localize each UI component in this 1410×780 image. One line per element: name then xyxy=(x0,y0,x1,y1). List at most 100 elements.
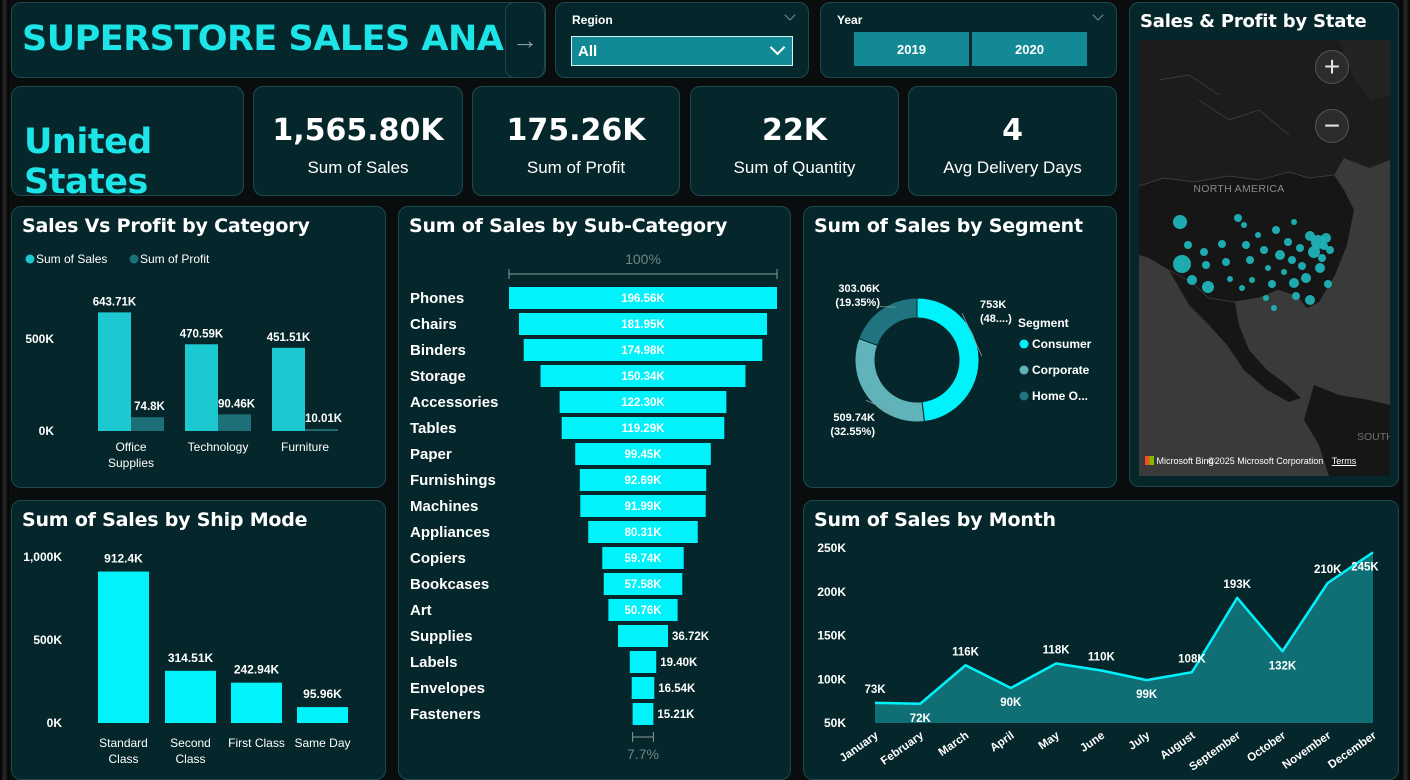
bar-label: 470.59K xyxy=(180,328,224,340)
category-label: Envelopes xyxy=(410,680,485,697)
region-slicer: Region All xyxy=(555,2,809,78)
bar-label: 150.34K xyxy=(621,371,665,383)
bar xyxy=(185,344,218,431)
funnel-bar xyxy=(631,677,655,699)
x-tick-label: Technology xyxy=(188,440,249,454)
map-canvas[interactable]: NORTH AMERICA SOUTH + − Microsoft Bing ©… xyxy=(1138,40,1394,476)
bar-label: 19.40K xyxy=(660,657,698,669)
zoom-out-button[interactable]: − xyxy=(1315,109,1349,143)
bar xyxy=(98,312,131,431)
bar-label: 36.72K xyxy=(672,631,710,643)
kpi-label: Avg Delivery Days xyxy=(943,158,1082,177)
category-label: Accessories xyxy=(410,394,498,411)
x-tick-label: October xyxy=(1245,729,1288,764)
legend-label: Consumer xyxy=(1032,337,1092,351)
year-2020-button[interactable]: 2020 xyxy=(972,32,1087,66)
bar-label: 119.29K xyxy=(622,423,666,435)
state-bubble xyxy=(1289,278,1299,288)
bar xyxy=(231,682,282,723)
bar-label: 181.95K xyxy=(621,319,665,331)
segment-card: Sum of Sales by Segment 753K (48....) 509.… xyxy=(803,206,1117,488)
category-label: Supplies xyxy=(410,628,473,645)
category-label: Chairs xyxy=(410,316,457,333)
funnel-bar xyxy=(617,625,669,647)
donut-slice xyxy=(854,337,925,423)
state-bubble xyxy=(1275,250,1285,260)
region-dropdown[interactable]: All xyxy=(571,36,793,66)
map-attribution: Microsoft Bing ©2025 Microsoft Corporati… xyxy=(1145,456,1356,466)
y-tick-label: 1,000K xyxy=(23,550,62,564)
chevron-down-icon[interactable] xyxy=(1092,9,1104,21)
state-bubble xyxy=(1227,276,1233,282)
category-label: Art xyxy=(410,602,432,619)
year-2019-button[interactable]: 2019 xyxy=(854,32,969,66)
bar-label: 59.74K xyxy=(624,553,662,565)
legend-marker xyxy=(129,254,139,264)
state-bubble xyxy=(1187,275,1197,285)
value-label: 753K xyxy=(980,299,1006,311)
state-bubble xyxy=(1239,285,1245,291)
data-label: 90K xyxy=(1000,697,1022,709)
funnel-bar xyxy=(629,651,657,673)
y-tick-label: 200K xyxy=(817,585,846,599)
bar-label: 242.94K xyxy=(234,663,280,677)
state-bubble xyxy=(1242,241,1250,249)
category-label: Labels xyxy=(410,654,458,671)
shipmode-card: Sum of Sales by Ship Mode 0K 500K 1,000K 91… xyxy=(11,500,386,780)
chevron-down-icon[interactable] xyxy=(784,9,796,21)
kpi-label: Sum of Sales xyxy=(307,158,409,177)
legend-marker xyxy=(25,254,35,264)
bar-label: 99.45K xyxy=(624,449,662,461)
right-frame xyxy=(1401,0,1410,780)
kpi-sales: 1,565.80K Sum of Sales xyxy=(253,86,463,196)
data-label: 132K xyxy=(1269,660,1297,672)
state-bubble xyxy=(1202,261,1210,269)
region-label: Region xyxy=(572,13,613,27)
month-chart: 50K 100K 150K 200K 250K 73K January 72K February… xyxy=(817,541,1379,774)
x-tick-label: April xyxy=(988,730,1016,755)
terms-link[interactable]: Terms xyxy=(1332,456,1357,466)
state-bubble xyxy=(1271,305,1277,311)
kpi-quantity: 22K Sum of Quantity xyxy=(690,86,899,196)
legend-title: Segment xyxy=(1018,316,1069,330)
region-value: All xyxy=(578,43,598,60)
data-label: 210K xyxy=(1314,564,1342,576)
state-bubble xyxy=(1260,246,1268,254)
legend-label: Sum of Profit xyxy=(140,252,210,266)
value-label: 303.06K xyxy=(838,283,880,295)
bar-label: 196.56K xyxy=(621,293,665,305)
bar-label: 50.76K xyxy=(624,605,662,617)
y-tick-label: 150K xyxy=(817,629,846,643)
x-tick-label: January xyxy=(838,729,882,764)
state-bubble xyxy=(1234,214,1242,222)
segment-chart: 753K (48....) 509.74K (32.55%) 303.06K (19.35… xyxy=(830,283,1092,438)
state-bubble xyxy=(1218,240,1226,248)
state-bubble xyxy=(1246,256,1254,264)
continent-label: NORTH AMERICA xyxy=(1193,183,1284,195)
kpi-label: Sum of Profit xyxy=(526,158,626,177)
year-label: Year xyxy=(837,13,863,27)
legend-label: Sum of Sales xyxy=(36,252,107,266)
y-tick-label: 500K xyxy=(33,633,62,647)
zoom-in-button[interactable]: + xyxy=(1315,50,1349,84)
bar xyxy=(165,670,216,723)
state-bubble xyxy=(1249,277,1255,283)
x-tick-label: June xyxy=(1078,730,1107,755)
category-label: Machines xyxy=(410,498,478,515)
category-label: Paper xyxy=(410,446,452,463)
category-label: Phones xyxy=(410,290,464,307)
year-slicer: Year 2019 2020 xyxy=(820,2,1117,78)
bar-label: 57.58K xyxy=(624,579,662,591)
state-bubble xyxy=(1296,244,1304,252)
bar-label: 74.8K xyxy=(134,401,165,413)
data-label: 245K xyxy=(1351,561,1379,573)
copyright: ©2025 Microsoft Corporation xyxy=(1208,456,1324,466)
funnel-top-pct: 100% xyxy=(625,251,661,267)
x-tick-label: July xyxy=(1127,729,1153,752)
arrow-right-icon[interactable]: → xyxy=(505,3,545,77)
category-label: Binders xyxy=(410,342,466,359)
y-tick-label: 250K xyxy=(817,541,846,555)
data-label: 99K xyxy=(1136,689,1158,701)
bar-label: 80.31K xyxy=(624,527,662,539)
state-bubble xyxy=(1326,246,1334,254)
